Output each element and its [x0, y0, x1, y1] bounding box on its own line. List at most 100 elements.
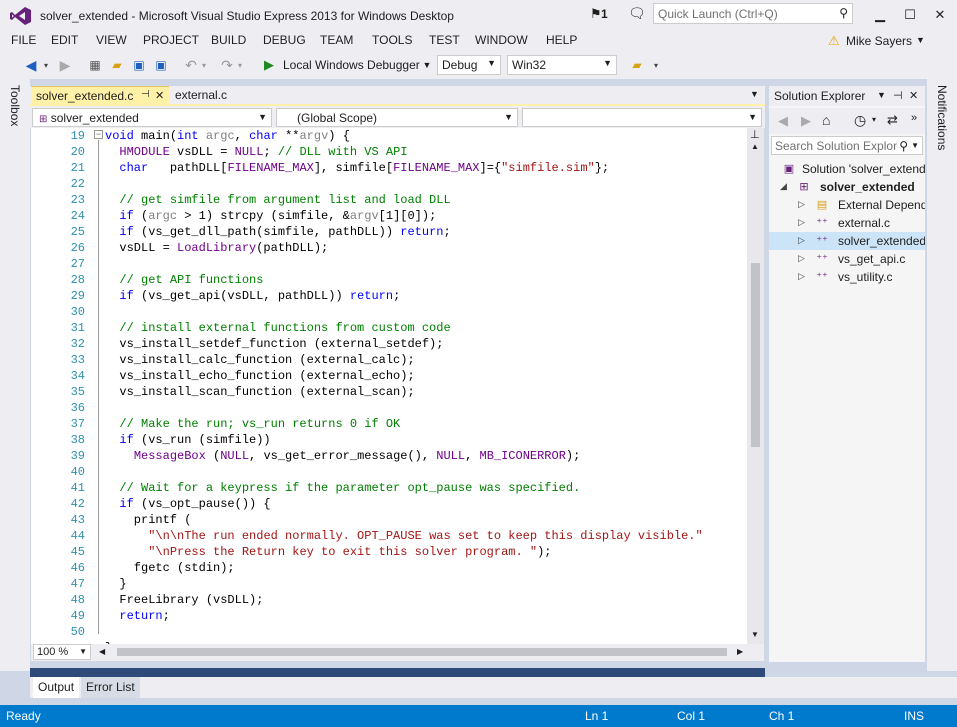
menu-view[interactable]: VIEW — [96, 33, 127, 47]
solution-search-input[interactable]: Search Solution Explor ⚲ ▼ — [771, 136, 923, 155]
tab-solver-extended[interactable]: solver_extended.c ⊣ ✕ — [31, 86, 169, 105]
code-line[interactable]: } — [105, 577, 126, 591]
sync-icon[interactable]: ⇄ — [887, 112, 898, 128]
feedback-icon[interactable]: 🗨 — [628, 5, 646, 22]
file-scope-combo[interactable]: ⊞ solver_extended ▼ — [32, 108, 272, 127]
start-debug-icon[interactable]: ▶ — [262, 56, 276, 74]
pin-icon[interactable]: ⊣ — [893, 89, 903, 102]
menu-team[interactable]: TEAM — [320, 33, 353, 47]
code-line[interactable]: // Wait for a keypress if the parameter … — [105, 481, 580, 495]
back-icon[interactable]: ◀ — [778, 113, 788, 129]
flag-icon[interactable]: ⚑ — [590, 6, 602, 22]
tab-list-dropdown-icon[interactable]: ▼ — [750, 89, 759, 99]
split-icon[interactable]: ⊥ — [750, 128, 760, 141]
new-project-icon[interactable]: ▦ — [86, 56, 104, 74]
member-combo[interactable]: ▼ — [522, 108, 762, 127]
undo-icon[interactable]: ↶ — [182, 56, 200, 74]
menu-tools[interactable]: TOOLS — [372, 33, 412, 47]
menu-help[interactable]: HELP — [546, 33, 577, 47]
history-icon[interactable]: ◷ — [854, 112, 866, 129]
vertical-scrollbar[interactable]: ⊥ ▲ ▼ — [747, 128, 764, 644]
tree-item[interactable]: ▷ ⁺⁺ vs_get_api.c — [769, 250, 925, 268]
platform-combo[interactable]: Win32 ▼ — [507, 55, 617, 75]
back-icon[interactable]: ◀ — [22, 56, 40, 74]
back-dropdown-icon[interactable]: ▾ — [42, 56, 50, 74]
menu-project[interactable]: PROJECT — [143, 33, 199, 47]
scroll-left-icon[interactable]: ◀ — [99, 647, 105, 656]
code-line[interactable]: "\nPress the Return key to exit this sol… — [105, 545, 551, 559]
tab-output[interactable]: Output — [33, 677, 80, 698]
tree-item[interactable]: ◢ ⊞ solver_extended — [769, 178, 925, 196]
save-all-icon[interactable]: ▣ — [152, 56, 170, 74]
scroll-up-icon[interactable]: ▲ — [751, 142, 759, 151]
expand-arrow-icon[interactable]: ▷ — [798, 199, 805, 210]
toolbox-tab[interactable]: Toolbox — [8, 85, 22, 126]
horizontal-scroll-thumb[interactable] — [117, 648, 727, 656]
code-line[interactable]: return; — [105, 609, 169, 623]
code-line[interactable]: vs_install_calc_function (external_calc)… — [105, 353, 414, 367]
forward-icon[interactable]: ▶ — [801, 113, 811, 129]
tree-item[interactable]: ▷ ▤ External Depend — [769, 196, 925, 214]
redo-icon[interactable]: ↷ — [218, 56, 236, 74]
quick-launch-input[interactable]: Quick Launch (Ctrl+Q) ⚲ — [653, 3, 853, 24]
user-dropdown-icon[interactable]: ▼ — [916, 35, 925, 45]
close-button[interactable]: ✕ — [925, 0, 955, 30]
code-line[interactable]: void main(int argc, char **argv) { — [105, 129, 350, 143]
config-combo[interactable]: Debug ▼ — [437, 55, 501, 75]
expand-arrow-icon[interactable]: ▷ — [798, 271, 805, 282]
menu-test[interactable]: TEST — [429, 33, 460, 47]
code-line[interactable]: if (vs_get_dll_path(simfile, pathDLL)) r… — [105, 225, 450, 239]
debugger-dropdown-icon[interactable]: ▼ — [422, 56, 432, 74]
open-folder-icon[interactable]: ▰ — [108, 56, 126, 74]
toolbar-overflow-icon[interactable]: ▾ — [652, 56, 660, 74]
code-line[interactable]: FreeLibrary (vsDLL); — [105, 593, 263, 607]
maximize-button[interactable]: ☐ — [895, 0, 925, 30]
pin-icon[interactable]: ⊣ — [141, 89, 150, 100]
minimize-button[interactable]: ▁ — [865, 0, 895, 30]
code-line[interactable]: "\n\nThe run ended normally. OPT_PAUSE w… — [105, 529, 703, 543]
history-dropdown-icon[interactable]: ▾ — [872, 115, 876, 124]
code-line[interactable]: char pathDLL[FILENAME_MAX], simfile[FILE… — [105, 161, 609, 175]
zoom-combo[interactable]: 100 % ▼ — [33, 644, 91, 660]
code-line[interactable]: MessageBox (NULL, vs_get_error_message()… — [105, 449, 581, 463]
collapse-arrow-icon[interactable]: ◢ — [780, 181, 787, 192]
scroll-down-icon[interactable]: ▼ — [751, 630, 759, 639]
menu-build[interactable]: BUILD — [211, 33, 246, 47]
code-line[interactable]: vs_install_echo_function (external_echo)… — [105, 369, 414, 383]
code-line[interactable]: vs_install_setdef_function (external_set… — [105, 337, 443, 351]
code-line[interactable]: // Make the run; vs_run returns 0 if OK — [105, 417, 400, 431]
window-position-icon[interactable]: ▼ — [877, 90, 886, 100]
code-line[interactable]: if (argc > 1) strcpy (simfile, &argv[1][… — [105, 209, 436, 223]
save-icon[interactable]: ▣ — [130, 56, 148, 74]
forward-icon[interactable]: ▶ — [56, 56, 74, 74]
collapse-icon[interactable]: − — [94, 130, 103, 139]
close-icon[interactable]: ✕ — [909, 89, 918, 102]
menu-window[interactable]: WINDOW — [475, 33, 528, 47]
expand-arrow-icon[interactable]: ▷ — [798, 253, 805, 264]
notifications-tab[interactable]: Notifications — [935, 85, 949, 150]
code-line[interactable]: vs_install_scan_function (external_scan)… — [105, 385, 414, 399]
menu-edit[interactable]: EDIT — [51, 33, 78, 47]
code-line[interactable]: // install external functions from custo… — [105, 321, 450, 335]
home-icon[interactable]: ⌂ — [822, 112, 830, 128]
tree-item[interactable]: ▷ ⁺⁺ solver_extended. — [769, 232, 925, 250]
code-line[interactable]: vsDLL = LoadLibrary(pathDLL); — [105, 241, 328, 255]
global-scope-combo[interactable]: (Global Scope) ▼ — [276, 108, 518, 127]
user-name[interactable]: Mike Sayers — [846, 34, 912, 48]
expand-arrow-icon[interactable]: ▷ — [798, 235, 805, 246]
scroll-right-icon[interactable]: ▶ — [737, 647, 743, 656]
code-editor[interactable]: 19 20 21 22 23 24 25 26 27 28 29 30 31 32 33 34 35 36 37 38… — [31, 128, 764, 655]
code-line[interactable]: if (vs_get_api(vsDLL, pathDLL)) return; — [105, 289, 400, 303]
code-line[interactable]: if (vs_run (simfile)) — [105, 433, 270, 447]
tab-error-list[interactable]: Error List — [81, 677, 140, 698]
expand-arrow-icon[interactable]: ▷ — [798, 217, 805, 228]
code-line[interactable]: if (vs_opt_pause()) { — [105, 497, 270, 511]
notification-count[interactable]: 1 — [601, 7, 608, 21]
menu-file[interactable]: FILE — [11, 33, 36, 47]
debugger-label[interactable]: Local Windows Debugger — [283, 56, 420, 74]
scroll-thumb[interactable] — [751, 263, 760, 447]
code-line[interactable]: // get simfile from argument list and lo… — [105, 193, 450, 207]
redo-dropdown-icon[interactable]: ▾ — [236, 56, 244, 74]
tree-item[interactable]: ▷ ⁺⁺ vs_utility.c — [769, 268, 925, 286]
more-icon[interactable]: » — [911, 112, 917, 124]
